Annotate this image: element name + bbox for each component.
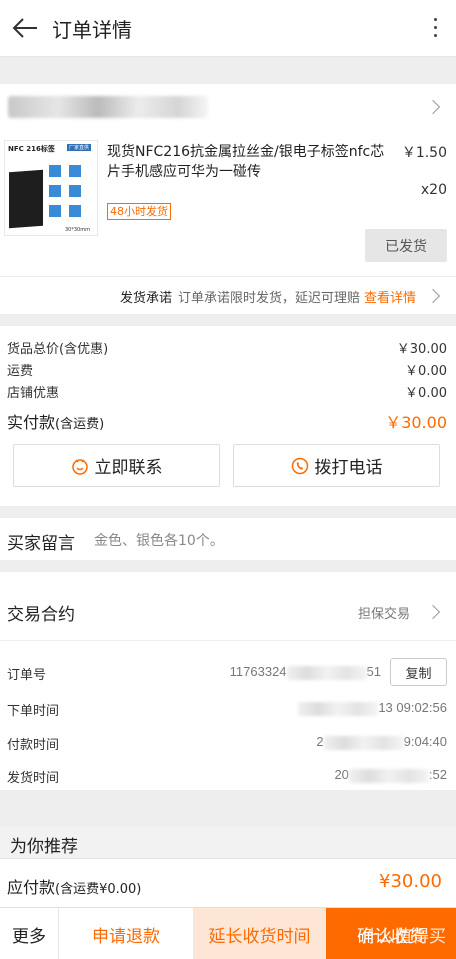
top-bar: 订单详情 [0, 0, 456, 57]
copy-button[interactable]: 复制 [390, 658, 447, 686]
price-summary: 货品总价(含优惠) ￥30.00 运费 ￥0.00 店铺优惠 ￥0.00 实付款… [0, 326, 456, 506]
shop-row[interactable]: 上海 [0, 84, 456, 130]
shipping-label: 运费 [7, 364, 34, 379]
ship-time-label: 发货时间 [7, 771, 60, 786]
more-options-icon[interactable] [432, 14, 438, 44]
more-button[interactable]: 更多 [0, 908, 58, 959]
payable-label: 应付款(含运费¥0.00) [7, 878, 142, 897]
extend-receipt-button[interactable]: 延长收货时间 [193, 908, 326, 959]
thumb-label: NFC 216标签 [8, 145, 55, 153]
thumb-tag: 厂家直供 [67, 144, 92, 151]
bottom-action-bar: 更多 申请退款 延长收货时间 确认收货 什么值得买 [0, 907, 456, 959]
guarantee-trade-link[interactable]: 担保交易 [358, 603, 410, 622]
buyer-message-text: 金色、银色各10个。 [94, 533, 224, 549]
order-time-value: 13 09:02:56 [298, 700, 447, 716]
deal-contract: 交易合约 担保交易 订单号 11763324 51 复制 下单时间 13 09:0… [0, 572, 456, 790]
thumb-blue-tag [47, 183, 63, 199]
thumb-size: 30*30mm [65, 227, 90, 233]
watermark: 什么值得买 [361, 927, 446, 947]
thumb-blue-tag [67, 163, 83, 179]
paid-label: 实付款(含运费) [7, 413, 105, 432]
promise-label: 发货承诺 [119, 291, 172, 306]
contact-seller-button[interactable]: 立即联系 [13, 444, 220, 487]
buyer-message: 买家留言 金色、银色各10个。 [0, 518, 456, 560]
payable-value: ¥30.00 [379, 871, 442, 892]
pay-time-value: 2 9:04:40 [316, 734, 447, 750]
contact-label: 立即联系 [94, 458, 163, 478]
goods-total-label: 货品总价(含优惠) [7, 342, 109, 357]
order-number-value: 11763324 51 [229, 664, 381, 680]
chevron-right-icon [425, 604, 441, 620]
shipping-badge: 48小时发货 [107, 203, 171, 220]
chat-face-icon [71, 458, 88, 475]
product-quantity: x20 [420, 182, 447, 198]
confirm-receipt-button[interactable]: 确认收货 什么值得买 [326, 908, 456, 959]
thumb-blue-tag [67, 203, 83, 219]
thumb-black-tags [9, 169, 43, 229]
page-title: 订单详情 [52, 17, 132, 42]
pay-time-label: 付款时间 [7, 738, 60, 753]
payable-row: 应付款(含运费¥0.00) ¥30.00 [0, 858, 456, 907]
thumb-blue-tag [47, 163, 63, 179]
deal-title: 交易合约 [7, 605, 75, 625]
chevron-right-icon [425, 288, 441, 304]
shop-name: 上海 [8, 96, 208, 118]
chevron-right-icon [425, 99, 441, 115]
goods-total-value: ￥30.00 [396, 342, 447, 357]
recommend-section: 为你推荐 [0, 826, 456, 858]
thumb-blue-tag [67, 183, 83, 199]
back-button[interactable] [0, 0, 50, 57]
shipped-status-button[interactable]: 已发货 [365, 229, 447, 262]
call-phone-button[interactable]: 拨打电话 [233, 444, 440, 487]
recommend-title: 为你推荐 [10, 837, 78, 857]
ship-time-value: 20:52 [334, 767, 447, 783]
shop-discount-label: 店铺优惠 [7, 386, 60, 401]
call-label: 拨打电话 [314, 458, 383, 478]
shop-discount-value: ￥0.00 [405, 386, 447, 401]
shipping-value: ￥0.00 [405, 364, 447, 379]
order-number-label: 订单号 [7, 668, 47, 683]
thumb-blue-tag [47, 203, 63, 219]
promise-text: 订单承诺限时发货，延迟可理赔 [177, 291, 360, 306]
product-thumbnail[interactable]: NFC 216标签 厂家直供 30*30mm [4, 140, 98, 236]
goods-item[interactable]: NFC 216标签 厂家直供 30*30mm 现货NFC216抗金属拉丝金/银电… [0, 130, 456, 276]
product-title: 现货NFC216抗金属拉丝金/银电子标签nfc芯片手机感应可华为一碰传 [107, 144, 385, 180]
order-time-label: 下单时间 [7, 704, 60, 719]
product-price: ￥1.50 [401, 145, 447, 161]
phone-icon [291, 457, 308, 474]
request-refund-button[interactable]: 申请退款 [58, 908, 193, 959]
arrow-left-icon [12, 18, 37, 38]
paid-value: ￥30.00 [385, 413, 447, 432]
view-details-link[interactable]: 查看详情 [364, 291, 416, 306]
shipping-promise-row[interactable]: 发货承诺 订单承诺限时发货，延迟可理赔 查看详情 [0, 276, 456, 314]
buyer-message-label: 买家留言 [7, 534, 75, 554]
